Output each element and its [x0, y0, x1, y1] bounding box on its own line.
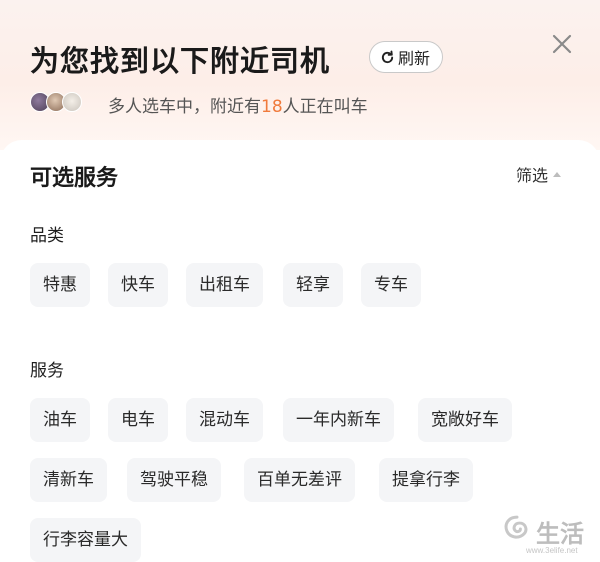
- nearby-status-text: 多人选车中，附近有18人正在叫车: [108, 92, 368, 117]
- status-prefix: 多人选车中，附近有: [108, 97, 261, 117]
- group-label-service: 服务: [30, 361, 64, 381]
- section-title: 可选服务: [30, 166, 119, 191]
- chip-service[interactable]: 电车: [108, 398, 168, 442]
- chip-service[interactable]: 百单无差评: [244, 458, 355, 502]
- chip-category[interactable]: 专车: [361, 263, 421, 307]
- avatar: [62, 92, 82, 112]
- caret-up-icon: [553, 172, 562, 177]
- avatar-group: [30, 92, 92, 112]
- close-button[interactable]: [548, 30, 576, 58]
- status-suffix: 人正在叫车: [282, 97, 368, 117]
- status-count: 18: [261, 97, 283, 117]
- refresh-label: 刷新: [398, 49, 431, 68]
- chip-service[interactable]: 油车: [30, 398, 90, 442]
- chip-category[interactable]: 出租车: [186, 263, 263, 307]
- refresh-button[interactable]: 刷新: [369, 41, 444, 73]
- refresh-icon: [381, 50, 394, 63]
- chip-service[interactable]: 提拿行李: [379, 458, 473, 502]
- chip-category[interactable]: 轻享: [283, 263, 343, 307]
- watermark-text: 生活: [536, 520, 584, 548]
- chip-service[interactable]: 混动车: [186, 398, 263, 442]
- chip-service[interactable]: 宽敞好车: [418, 398, 512, 442]
- filter-label: 筛选: [516, 166, 549, 185]
- chip-service[interactable]: 清新车: [30, 458, 107, 502]
- group-label-category: 品类: [30, 226, 64, 246]
- chip-category[interactable]: 特惠: [30, 263, 90, 307]
- watermark-url: www.3elife.net: [526, 546, 578, 555]
- chip-service[interactable]: 驾驶平稳: [127, 458, 221, 502]
- filter-button[interactable]: 筛选: [516, 162, 562, 186]
- chip-category[interactable]: 快车: [108, 263, 168, 307]
- watermark-logo: 生活 www.3elife.net: [496, 506, 600, 556]
- chip-service[interactable]: 行李容量大: [30, 518, 141, 562]
- page-title: 为您找到以下附近司机: [30, 44, 331, 78]
- watermark-swirl-icon: [504, 515, 528, 539]
- close-icon: [552, 34, 572, 54]
- chip-service[interactable]: 一年内新车: [283, 398, 394, 442]
